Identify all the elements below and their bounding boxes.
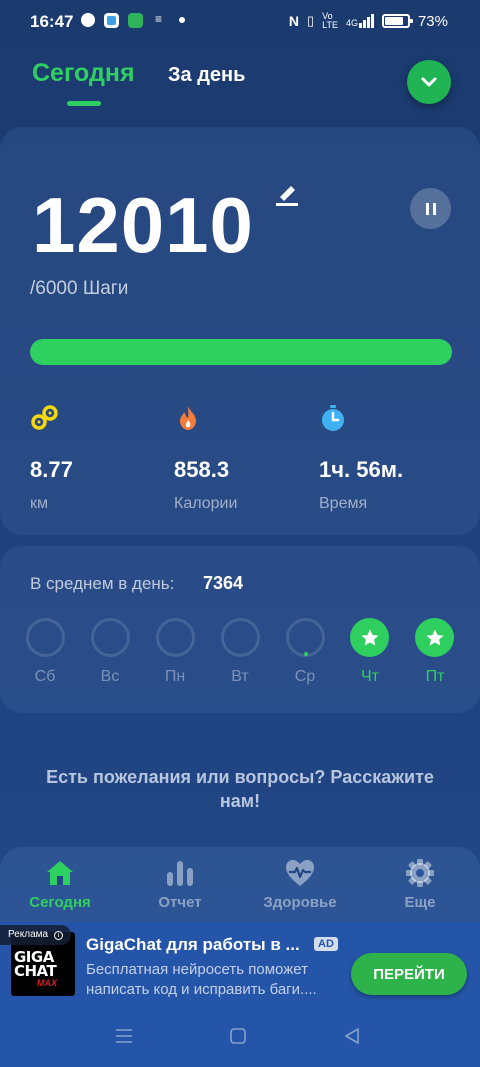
stopwatch-icon — [322, 405, 344, 431]
star-icon — [361, 629, 378, 645]
nav-label-report: Отчет — [158, 894, 202, 911]
stat-distance-label: км — [30, 495, 48, 512]
stat-time: 1ч. 56м. Время — [319, 404, 459, 513]
back-button[interactable] — [343, 1027, 361, 1050]
feedback-link[interactable]: Есть пожелания или вопросы? Расскажите н… — [30, 765, 450, 813]
info-icon: i — [53, 931, 63, 940]
day-circle-fri[interactable] — [415, 618, 454, 657]
star-icon — [426, 629, 443, 645]
steps-progress-fill — [30, 339, 452, 365]
ad-cta-button[interactable]: ПЕРЕЙТИ — [351, 953, 467, 995]
ad-tag: AD — [314, 937, 338, 951]
day-label-thu: Чт — [361, 668, 379, 685]
nav-item-health[interactable]: Здоровье — [250, 856, 350, 911]
stat-calories: 858.3 Калории — [174, 404, 314, 513]
ad-badge[interactable]: Реклама i — [0, 925, 71, 945]
stat-time-value: 1ч. 56м. — [319, 457, 404, 482]
tab-day[interactable]: За день — [168, 64, 245, 87]
ad-title: GigaChat для работы в ... — [86, 935, 300, 954]
flame-icon — [180, 406, 196, 430]
day-circle-sat[interactable] — [26, 618, 65, 657]
back-triangle-icon — [345, 1028, 359, 1044]
ad-description: Бесплатная нейросеть поможет написать ко… — [86, 961, 317, 998]
vibrate-icon: ▯ — [306, 13, 315, 28]
volte-icon: Vo LTE — [322, 11, 338, 30]
tab-today-underline — [67, 101, 101, 106]
recents-button[interactable] — [115, 1027, 133, 1050]
stat-distance: 8.77 км — [30, 404, 170, 513]
stat-distance-value: 8.77 — [30, 457, 73, 482]
stat-time-label: Время — [319, 495, 368, 512]
day-circle-thu[interactable] — [350, 618, 389, 657]
more-notifications-dot — [179, 17, 185, 23]
notes-icon: ≡ — [155, 12, 163, 26]
nav-label-health: Здоровье — [263, 894, 337, 911]
stat-calories-label: Калории — [174, 495, 238, 512]
battery-percent: 73% — [417, 12, 448, 30]
chat-bubble-icon — [81, 13, 95, 27]
dropdown-button[interactable] — [407, 60, 451, 104]
pencil-icon — [276, 186, 298, 206]
average-value: 7364 — [203, 573, 244, 593]
nav-label-more: Еще — [404, 894, 436, 911]
signal-icon: 4G — [346, 14, 374, 28]
nav-item-today[interactable]: Сегодня — [10, 856, 110, 911]
distance-icon — [31, 405, 58, 430]
status-time: 16:47 — [30, 12, 74, 31]
day-label-fri: Пт — [425, 668, 445, 685]
day-circle-sun[interactable] — [91, 618, 130, 657]
ad-logo-line3: MAX — [37, 978, 57, 988]
day-label-sat: Сб — [34, 668, 56, 685]
app-notification-icon — [104, 13, 119, 28]
day-label-tue: Вт — [231, 668, 249, 685]
status-right-group: N ▯ Vo LTE 4G 73% — [289, 12, 448, 30]
average-label: В среднем в день: — [30, 574, 175, 593]
ad-badge-label: Реклама — [8, 929, 49, 940]
steps-count: 12010 — [32, 181, 254, 269]
heart-pulse-icon — [286, 860, 314, 886]
home-button[interactable] — [229, 1027, 247, 1050]
menu-icon — [116, 1029, 132, 1043]
tab-today[interactable]: Сегодня — [32, 59, 135, 88]
pedometer-notification-icon — [128, 13, 143, 28]
battery-icon — [381, 14, 413, 28]
nfc-icon: N — [288, 13, 299, 29]
home-icon — [47, 861, 73, 885]
day-label-mon: Пн — [164, 668, 186, 685]
bar-chart-icon — [167, 861, 193, 886]
stat-calories-value: 858.3 — [174, 457, 230, 482]
network-type-label: 4G — [345, 18, 358, 28]
day-circle-wed[interactable] — [286, 618, 325, 657]
steps-progress-bar — [30, 339, 452, 365]
day-circle-mon[interactable] — [156, 618, 195, 657]
pause-icon — [425, 202, 436, 215]
day-circle-tue[interactable] — [221, 618, 260, 657]
day-label-wed: Ср — [294, 668, 316, 685]
nav-item-report[interactable]: Отчет — [130, 856, 230, 911]
steps-goal: /6000 Шаги — [30, 278, 129, 299]
nav-item-more[interactable]: Еще — [370, 856, 470, 911]
gear-icon — [406, 859, 434, 887]
day-progress-dot — [304, 652, 308, 656]
day-label-sun: Вс — [100, 668, 120, 685]
nav-label-today: Сегодня — [29, 894, 91, 911]
pause-button[interactable] — [410, 188, 451, 229]
edit-steps-button[interactable] — [274, 180, 300, 211]
chevron-down-icon — [421, 77, 437, 87]
square-icon — [230, 1028, 246, 1044]
